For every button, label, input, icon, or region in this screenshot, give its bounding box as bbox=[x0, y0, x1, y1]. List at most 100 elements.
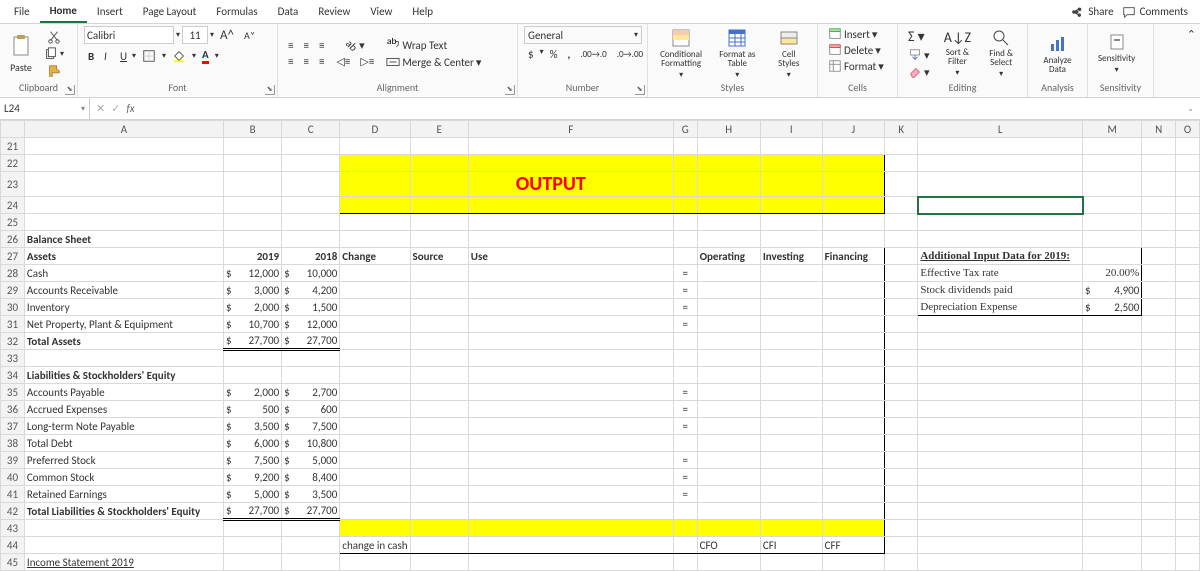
select-all-corner[interactable] bbox=[1, 121, 25, 138]
cell-D27[interactable]: Change bbox=[340, 248, 410, 265]
cell-M30[interactable]: $2,500 bbox=[1083, 299, 1142, 316]
cell-F25[interactable] bbox=[468, 214, 673, 231]
cell-B44[interactable] bbox=[223, 537, 281, 554]
cell-L44[interactable] bbox=[918, 537, 1083, 554]
cell-M42[interactable] bbox=[1083, 503, 1142, 520]
cell-M34[interactable] bbox=[1083, 367, 1142, 384]
col-header-I[interactable]: I bbox=[760, 121, 822, 138]
cell-B35[interactable]: $2,000 bbox=[223, 384, 281, 401]
cell-O36[interactable] bbox=[1176, 401, 1200, 418]
col-header-A[interactable]: A bbox=[24, 121, 223, 138]
cell-D29[interactable] bbox=[340, 282, 410, 299]
cell-I21[interactable] bbox=[760, 138, 822, 155]
cell-E38[interactable] bbox=[410, 435, 468, 452]
increase-indent-button[interactable]: ▷≡ bbox=[356, 54, 378, 69]
cell-F29[interactable] bbox=[468, 282, 673, 299]
fill-button[interactable]: ▾ bbox=[904, 47, 934, 63]
decrease-font-button[interactable]: A˅ bbox=[240, 28, 259, 43]
cell-D24[interactable] bbox=[340, 197, 410, 214]
analyze-data-button[interactable]: Analyze Data bbox=[1034, 33, 1081, 75]
cell-J30[interactable] bbox=[822, 299, 885, 316]
cell-I38[interactable] bbox=[760, 435, 822, 452]
cell-O22[interactable] bbox=[1176, 155, 1200, 172]
cell-E31[interactable] bbox=[410, 316, 468, 333]
col-header-N[interactable]: N bbox=[1142, 121, 1176, 138]
cell-G41[interactable]: = bbox=[673, 486, 697, 503]
percent-button[interactable]: % bbox=[546, 47, 562, 62]
cell-K40[interactable] bbox=[885, 469, 918, 486]
cell-M37[interactable] bbox=[1083, 418, 1142, 435]
cell-I22[interactable] bbox=[760, 155, 822, 172]
cell-M44[interactable] bbox=[1083, 537, 1142, 554]
cell-F21[interactable] bbox=[468, 138, 673, 155]
cell-I27[interactable]: Investing bbox=[760, 248, 822, 265]
currency-button[interactable]: $ bbox=[524, 47, 538, 62]
row-header-28[interactable]: 28 bbox=[1, 265, 25, 282]
cell-G33[interactable] bbox=[673, 350, 697, 367]
cell-I28[interactable] bbox=[760, 265, 822, 282]
cell-K23[interactable] bbox=[885, 172, 918, 197]
italic-button[interactable]: I bbox=[100, 49, 114, 64]
cell-C41[interactable]: $3,500 bbox=[282, 486, 340, 503]
cell-N21[interactable] bbox=[1142, 138, 1176, 155]
menu-home[interactable]: Home bbox=[40, 0, 87, 23]
cell-J21[interactable] bbox=[822, 138, 885, 155]
cell-O26[interactable] bbox=[1176, 231, 1200, 248]
cell-A41[interactable]: Retained Earnings bbox=[24, 486, 223, 503]
copy-button[interactable]: ▾ bbox=[40, 46, 68, 62]
find-select-button[interactable]: Find & Select▾ bbox=[981, 28, 1021, 80]
cell-L38[interactable] bbox=[918, 435, 1083, 452]
row-header-43[interactable]: 43 bbox=[1, 520, 25, 537]
menu-insert[interactable]: Insert bbox=[87, 1, 133, 22]
cell-A44[interactable] bbox=[24, 537, 223, 554]
cell-A43[interactable] bbox=[24, 520, 223, 537]
cell-F39[interactable] bbox=[468, 452, 673, 469]
cell-G27[interactable] bbox=[673, 248, 697, 265]
col-header-L[interactable]: L bbox=[918, 121, 1083, 138]
cell-A35[interactable]: Accounts Payable bbox=[24, 384, 223, 401]
cell-J40[interactable] bbox=[822, 469, 885, 486]
cell-A24[interactable] bbox=[24, 197, 223, 214]
cell-B25[interactable] bbox=[223, 214, 281, 231]
cell-C39[interactable]: $5,000 bbox=[282, 452, 340, 469]
cell-A29[interactable]: Accounts Receivable bbox=[24, 282, 223, 299]
align-left-button[interactable]: ≡ bbox=[284, 54, 297, 69]
cell-O38[interactable] bbox=[1176, 435, 1200, 452]
number-launcher[interactable]: ⬊ bbox=[635, 85, 645, 95]
cell-H41[interactable] bbox=[697, 486, 760, 503]
col-header-O[interactable]: O bbox=[1176, 121, 1200, 138]
cell-J25[interactable] bbox=[822, 214, 885, 231]
cell-L37[interactable] bbox=[918, 418, 1083, 435]
cell-A30[interactable]: Inventory bbox=[24, 299, 223, 316]
share-button[interactable]: Share bbox=[1070, 5, 1113, 19]
row-header-32[interactable]: 32 bbox=[1, 333, 25, 350]
format-painter-button[interactable] bbox=[43, 63, 65, 79]
cell-K45[interactable] bbox=[885, 554, 918, 571]
row-header-25[interactable]: 25 bbox=[1, 214, 25, 231]
cell-L30[interactable]: Depreciation Expense bbox=[918, 299, 1083, 316]
orientation-button[interactable]: ab▾ bbox=[342, 38, 369, 53]
cell-E26[interactable] bbox=[410, 231, 468, 248]
cell-G43[interactable] bbox=[673, 520, 697, 537]
cell-I30[interactable] bbox=[760, 299, 822, 316]
cell-A27[interactable]: Assets bbox=[24, 248, 223, 265]
cell-N22[interactable] bbox=[1142, 155, 1176, 172]
cell-H27[interactable]: Operating bbox=[697, 248, 760, 265]
col-header-B[interactable]: B bbox=[223, 121, 281, 138]
cell-A39[interactable]: Preferred Stock bbox=[24, 452, 223, 469]
cell-O40[interactable] bbox=[1176, 469, 1200, 486]
cell-I41[interactable] bbox=[760, 486, 822, 503]
cell-L27[interactable]: Additional Input Data for 2019: bbox=[918, 248, 1083, 265]
cell-G25[interactable] bbox=[673, 214, 697, 231]
row-header-44[interactable]: 44 bbox=[1, 537, 25, 554]
cell-K37[interactable] bbox=[885, 418, 918, 435]
cell-C26[interactable] bbox=[282, 231, 340, 248]
cell-F27[interactable]: Use bbox=[468, 248, 673, 265]
cell-H39[interactable] bbox=[697, 452, 760, 469]
cell-K24[interactable] bbox=[885, 197, 918, 214]
cell-B21[interactable] bbox=[223, 138, 281, 155]
cell-E39[interactable] bbox=[410, 452, 468, 469]
cell-D32[interactable] bbox=[340, 333, 410, 350]
font-color-button[interactable]: A bbox=[198, 47, 213, 65]
cell-D30[interactable] bbox=[340, 299, 410, 316]
